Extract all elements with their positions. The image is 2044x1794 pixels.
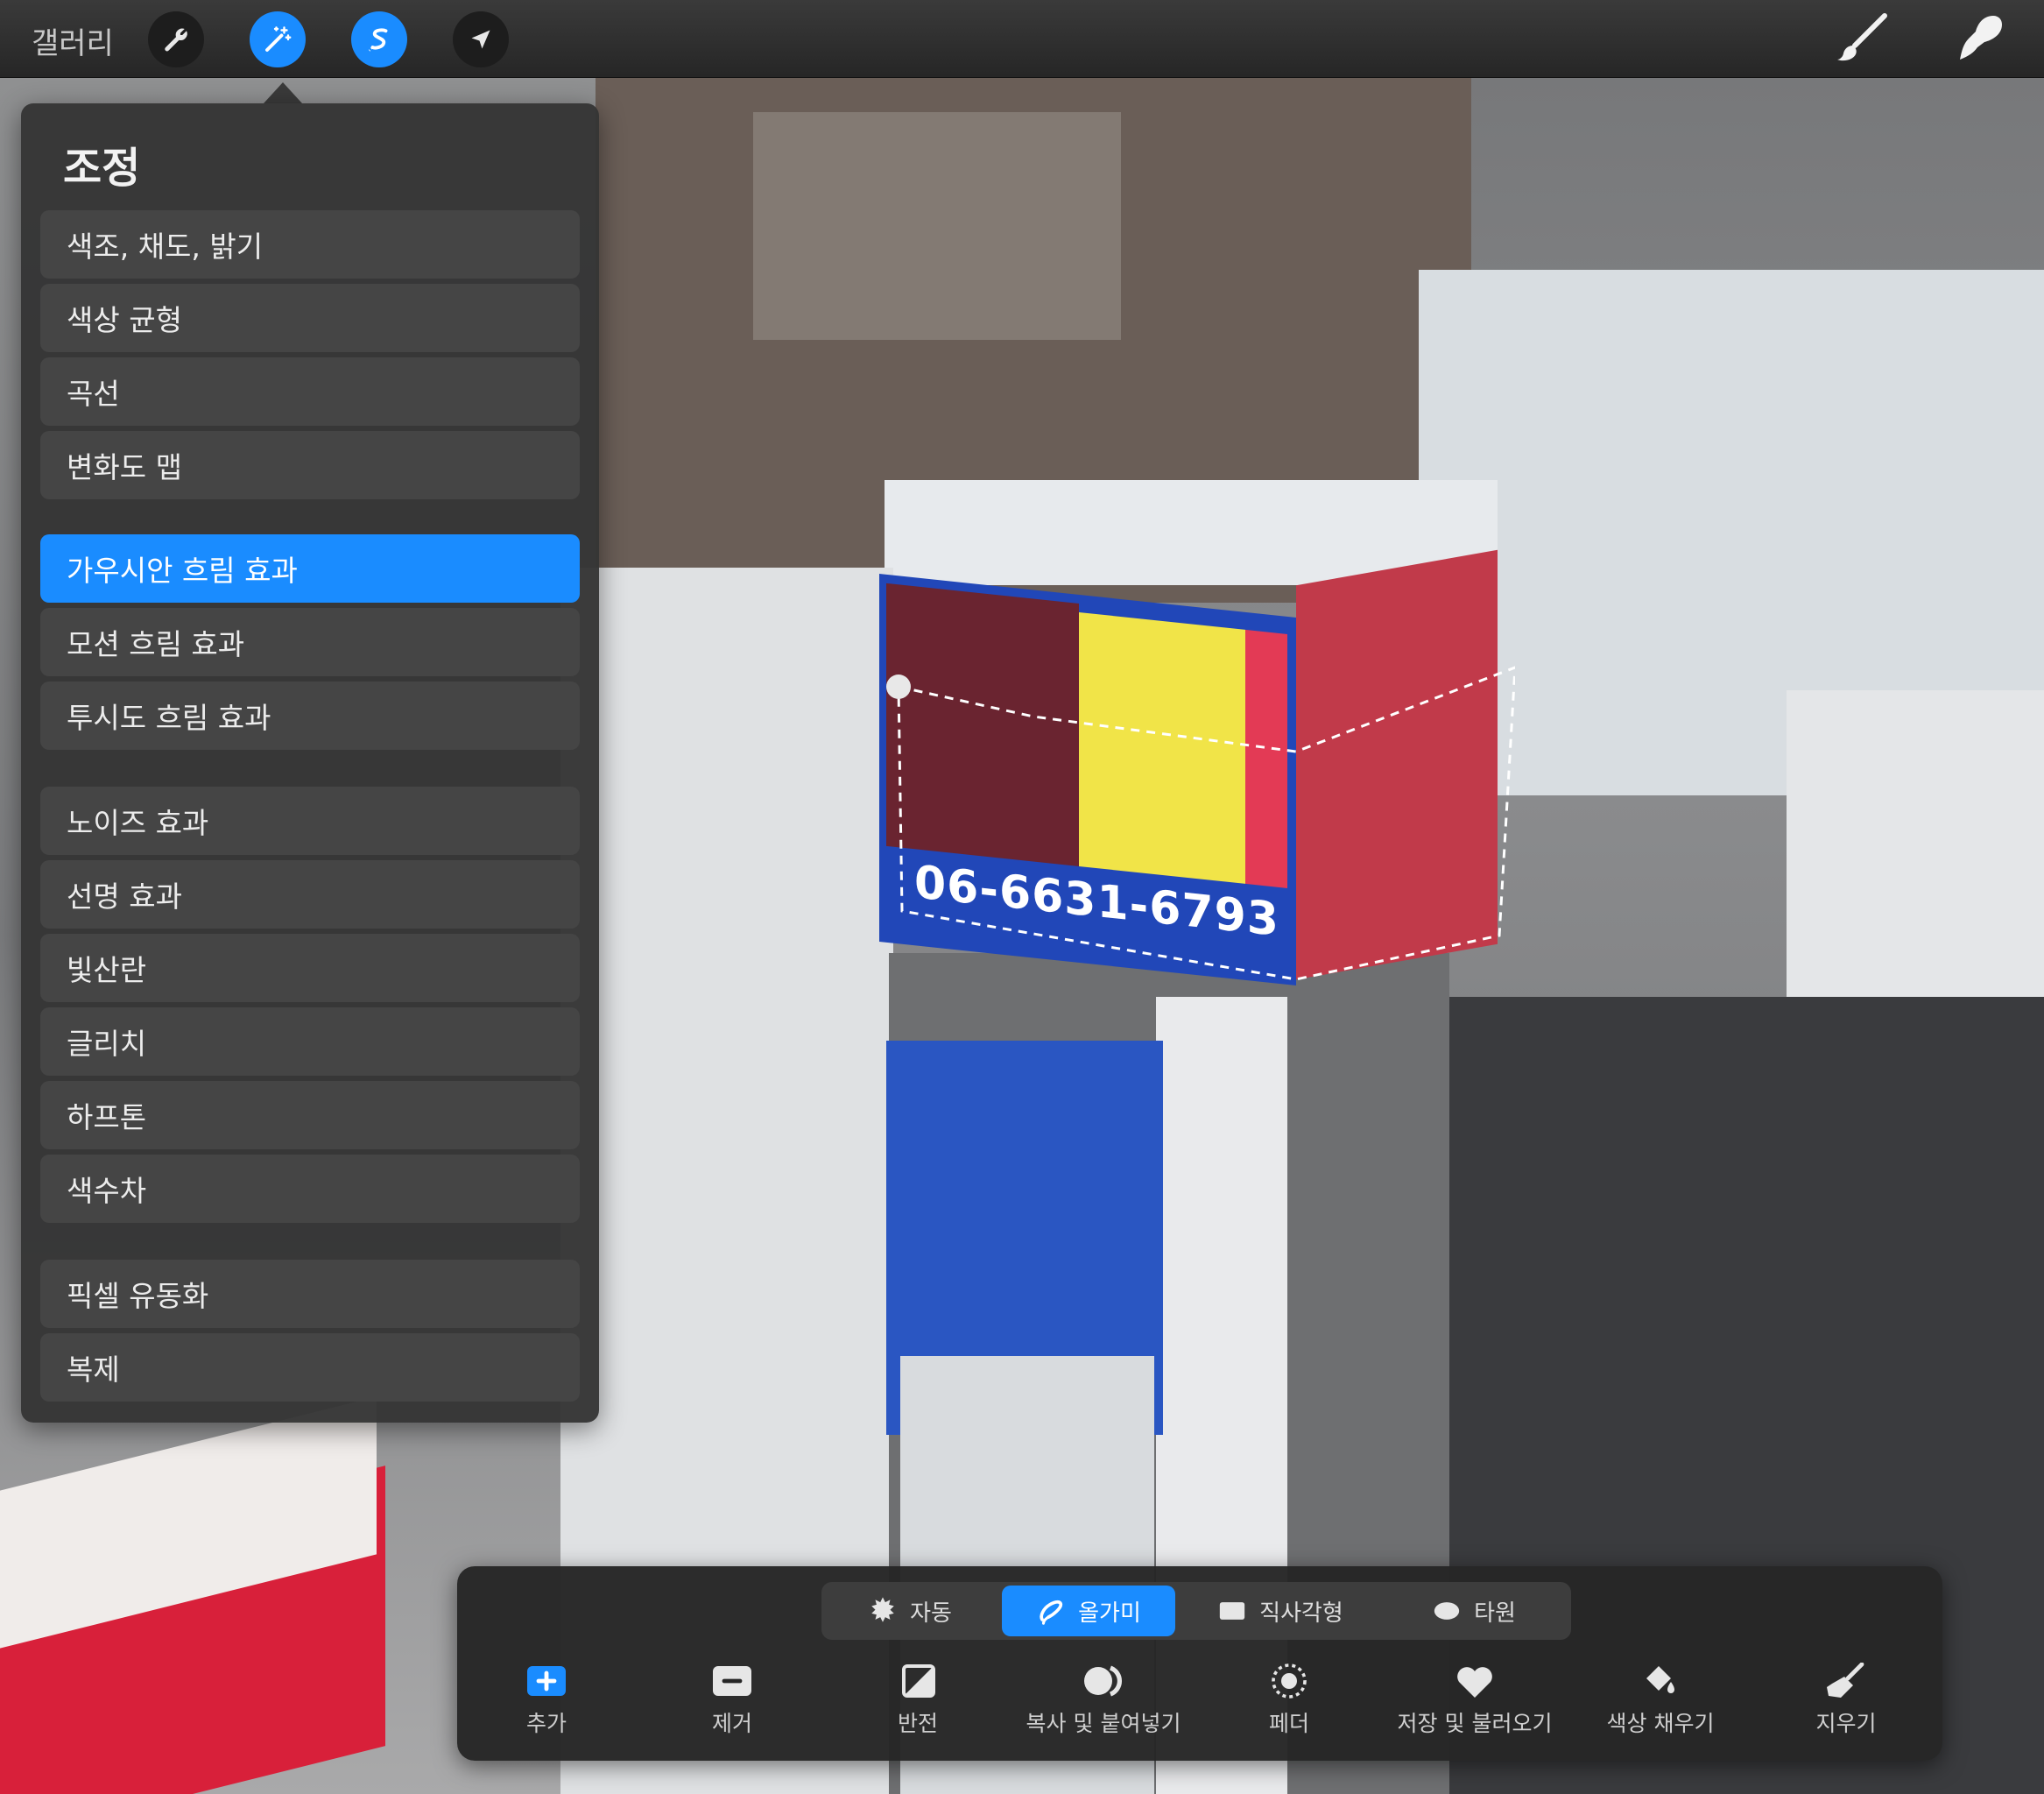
selection-button[interactable]: [351, 11, 407, 67]
feather-button[interactable]: 페더: [1202, 1663, 1377, 1747]
sparkle-burst-icon: [871, 1597, 894, 1622]
menu-item-color-balance[interactable]: 색상 균형: [40, 284, 580, 352]
color-fill-label: 색상 채우기: [1606, 1711, 1715, 1736]
copy-paste-icon: [1084, 1665, 1123, 1697]
menu-item-hue-saturation-brightness[interactable]: 색조, 채도, 밝기: [40, 210, 580, 279]
menu-item-chromatic-aberration[interactable]: 색수차: [40, 1155, 580, 1223]
invert-button[interactable]: 반전: [830, 1663, 1005, 1747]
top-toolbar: 갤러리: [0, 0, 2044, 78]
mode-ellipse[interactable]: 타원: [1384, 1586, 1564, 1636]
brush-tool-button[interactable]: [1834, 12, 1890, 65]
remove-button[interactable]: 제거: [645, 1663, 820, 1747]
wrench-icon: [165, 28, 187, 52]
menu-item-motion-blur[interactable]: 모션 흐림 효과: [40, 608, 580, 676]
heart-icon: [1457, 1667, 1492, 1698]
menu-item-liquify[interactable]: 픽셀 유동화: [40, 1260, 580, 1328]
color-fill-button[interactable]: 색상 채우기: [1573, 1663, 1748, 1747]
invert-icon: [902, 1664, 935, 1698]
add-label: 추가: [525, 1711, 567, 1736]
rectangle-icon: [1219, 1602, 1245, 1620]
selection-s-icon: [368, 28, 388, 52]
paint-bucket-icon: [1646, 1666, 1674, 1693]
mode-rectangle[interactable]: 직사각형: [1186, 1586, 1375, 1636]
lasso-icon: [1040, 1600, 1063, 1625]
mode-freehand-label: 올가미: [1078, 1600, 1141, 1627]
feather-icon: [1272, 1663, 1307, 1699]
smudge-tool-button[interactable]: [1955, 12, 2011, 65]
save-load-button[interactable]: 저장 및 불러오기: [1387, 1663, 1562, 1747]
remove-label: 제거: [711, 1711, 752, 1736]
magic-wand-icon: [265, 26, 292, 52]
canvas-building-upper: [753, 112, 1121, 340]
lasso-selection-outline: [886, 666, 1515, 981]
brush-icon: [1837, 13, 1887, 61]
gallery-button[interactable]: 갤러리: [32, 19, 114, 62]
clear-label: 지우기: [1815, 1711, 1877, 1736]
menu-item-gradient-map[interactable]: 변화도 맵: [40, 431, 580, 499]
remove-minus-icon: [713, 1666, 751, 1696]
adjustments-panel: 조정 색조, 채도, 밝기 색상 균형 곡선 변화도 맵 가우시안 흐림 효과 …: [21, 103, 599, 1423]
menu-item-bloom[interactable]: 빛산란: [40, 934, 580, 1002]
mode-automatic-label: 자동: [910, 1600, 952, 1627]
menu-item-curves[interactable]: 곡선: [40, 357, 580, 426]
actions-button[interactable]: [148, 11, 204, 67]
add-plus-icon: [527, 1666, 566, 1696]
mode-rectangle-label: 직사각형: [1259, 1600, 1343, 1627]
mode-freehand[interactable]: 올가미: [1002, 1586, 1175, 1636]
panel-pointer: [264, 82, 302, 103]
menu-item-noise[interactable]: 노이즈 효과: [40, 787, 580, 855]
menu-item-glitch[interactable]: 글리치: [40, 1007, 580, 1076]
panel-title: 조정: [63, 144, 141, 193]
menu-item-perspective-blur[interactable]: 투시도 흐림 효과: [40, 682, 580, 750]
adjustments-button[interactable]: [250, 11, 306, 67]
menu-item-gaussian-blur[interactable]: 가우시안 흐림 효과: [40, 534, 580, 603]
copy-paste-label: 복사 및 붙여넣기: [1026, 1711, 1181, 1736]
transform-button[interactable]: [453, 11, 509, 67]
menu-item-halftone[interactable]: 하프톤: [40, 1081, 580, 1149]
smudge-icon: [1960, 16, 2002, 60]
copy-paste-button[interactable]: 복사 및 붙여넣기: [1016, 1663, 1191, 1747]
selection-toolbar: 자동 올가미 직사각형 타원 추가 제거 반전 복사 및 붙여넣기 페더 저장 …: [457, 1566, 1942, 1761]
selection-mode-segmented: 자동 올가미 직사각형 타원: [821, 1582, 1571, 1640]
mode-ellipse-label: 타원: [1474, 1600, 1516, 1627]
invert-label: 반전: [897, 1711, 938, 1736]
ellipse-icon: [1434, 1602, 1460, 1620]
add-button[interactable]: 추가: [459, 1663, 634, 1747]
arrow-cursor-icon: [471, 30, 490, 49]
canvas-building-white-2: [1787, 690, 2044, 1041]
menu-item-sharpen[interactable]: 선명 효과: [40, 860, 580, 929]
broom-icon: [1827, 1663, 1864, 1698]
menu-item-clone[interactable]: 복제: [40, 1333, 580, 1402]
clear-button[interactable]: 지우기: [1759, 1663, 1934, 1747]
lasso-start-node[interactable]: [886, 675, 911, 699]
save-load-label: 저장 및 불러오기: [1397, 1711, 1553, 1736]
feather-label: 페더: [1268, 1711, 1309, 1736]
mode-automatic[interactable]: 자동: [825, 1586, 995, 1636]
